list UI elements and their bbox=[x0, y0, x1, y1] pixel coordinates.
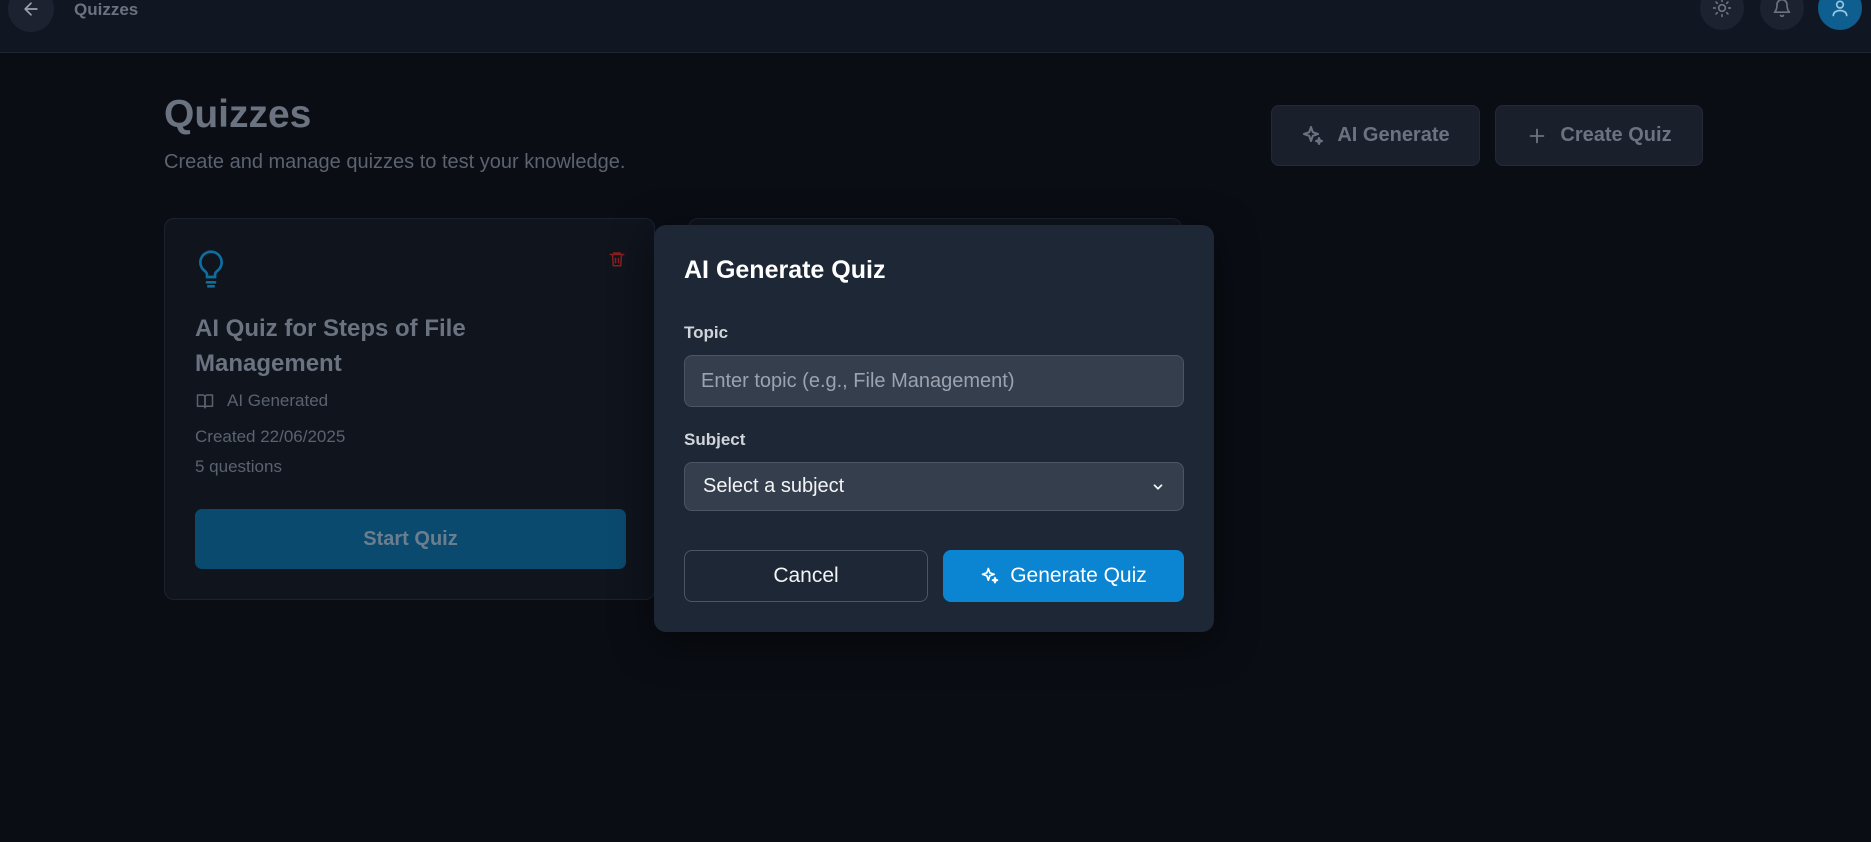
chevron-down-icon bbox=[1153, 483, 1163, 490]
cancel-button[interactable]: Cancel bbox=[684, 550, 928, 602]
page-subtitle: Create and manage quizzes to test your k… bbox=[164, 151, 626, 173]
quiz-source: AI Generated bbox=[195, 391, 328, 411]
page-title: Quizzes bbox=[164, 93, 312, 136]
create-quiz-label: Create Quiz bbox=[1560, 124, 1672, 146]
subject-label: Subject bbox=[684, 430, 746, 449]
modal-title: AI Generate Quiz bbox=[684, 256, 886, 284]
create-quiz-button[interactable]: Create Quiz bbox=[1495, 105, 1703, 166]
quiz-title: AI Quiz for Steps of File Management bbox=[195, 315, 466, 377]
generate-quiz-label: Generate Quiz bbox=[1010, 564, 1147, 587]
bell-icon bbox=[1773, 0, 1791, 18]
user-icon bbox=[1832, 0, 1848, 17]
back-button[interactable] bbox=[8, 0, 54, 32]
user-avatar-button[interactable] bbox=[1818, 0, 1862, 30]
ai-generate-label: AI Generate bbox=[1337, 124, 1450, 146]
subject-selected-value: Select a subject bbox=[703, 475, 845, 497]
ai-generate-quiz-modal: AI Generate Quiz Topic Subject Select a … bbox=[654, 225, 1214, 632]
sun-icon bbox=[1712, 0, 1732, 18]
top-bar: Quizzes bbox=[0, 0, 1871, 53]
topic-input[interactable] bbox=[684, 355, 1184, 407]
quiz-source-label: AI Generated bbox=[227, 391, 329, 410]
quiz-question-count: 5 questions bbox=[195, 457, 282, 476]
generate-quiz-button[interactable]: Generate Quiz bbox=[943, 550, 1184, 602]
quiz-card: AI Quiz for Steps of File Management AI … bbox=[164, 218, 655, 600]
breadcrumb: Quizzes bbox=[74, 0, 139, 19]
subject-select[interactable]: Select a subject bbox=[684, 462, 1184, 511]
book-open-icon bbox=[196, 394, 214, 409]
theme-toggle-button[interactable] bbox=[1700, 0, 1744, 30]
sparkles-icon bbox=[981, 567, 999, 584]
start-quiz-button[interactable]: Start Quiz bbox=[195, 509, 626, 569]
delete-quiz-button[interactable] bbox=[608, 249, 626, 274]
notifications-button[interactable] bbox=[1760, 0, 1804, 30]
sparkles-icon bbox=[1303, 125, 1324, 145]
arrow-left-icon bbox=[24, 2, 38, 16]
trash-icon bbox=[609, 252, 625, 267]
topic-label: Topic bbox=[684, 323, 729, 342]
plus-icon bbox=[1530, 128, 1545, 143]
quiz-created-date: Created 22/06/2025 bbox=[195, 427, 346, 446]
lightbulb-icon bbox=[199, 250, 223, 288]
ai-generate-button[interactable]: AI Generate bbox=[1271, 105, 1480, 166]
